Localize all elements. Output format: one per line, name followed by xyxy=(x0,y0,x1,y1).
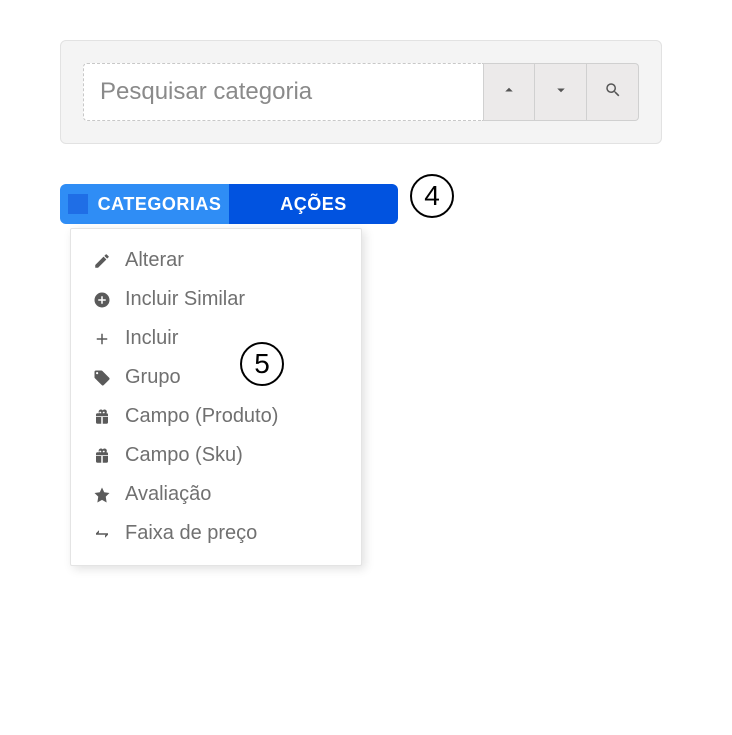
gift-icon xyxy=(91,445,113,467)
tab-acoes[interactable]: AÇÕES xyxy=(229,184,398,224)
search-icon xyxy=(604,81,622,104)
badge-number: 4 xyxy=(424,180,440,212)
tab-label: CATEGORIAS xyxy=(98,194,222,215)
chevron-down-icon xyxy=(552,81,570,104)
annotation-badge-4: 4 xyxy=(410,174,454,218)
star-icon xyxy=(91,484,113,506)
action-label: Campo (Produto) xyxy=(125,405,278,428)
badge-number: 5 xyxy=(254,348,270,380)
action-faixa-preco[interactable]: Faixa de preço xyxy=(71,514,361,553)
action-incluir[interactable]: Incluir xyxy=(71,319,361,358)
nav-down-button[interactable] xyxy=(535,63,587,121)
annotation-badge-5: 5 xyxy=(240,342,284,386)
action-avaliacao[interactable]: Avaliação xyxy=(71,475,361,514)
action-label: Campo (Sku) xyxy=(125,444,243,467)
search-panel xyxy=(60,40,662,144)
search-input[interactable] xyxy=(83,63,483,121)
arrows-horizontal-icon xyxy=(91,523,113,545)
action-label: Alterar xyxy=(125,249,184,272)
tag-icon xyxy=(91,367,113,389)
action-campo-sku[interactable]: Campo (Sku) xyxy=(71,436,361,475)
search-row xyxy=(83,63,639,121)
nav-up-button[interactable] xyxy=(483,63,535,121)
tabs-area: CATEGORIAS AÇÕES 4 Alterar Incluir Simil… xyxy=(60,184,460,224)
tabs: CATEGORIAS AÇÕES xyxy=(60,184,398,224)
tab-label: AÇÕES xyxy=(280,194,347,215)
action-label: Grupo xyxy=(125,366,181,389)
plus-circle-icon xyxy=(91,289,113,311)
action-campo-produto[interactable]: Campo (Produto) xyxy=(71,397,361,436)
gift-icon xyxy=(91,406,113,428)
search-buttons xyxy=(483,63,639,121)
action-alterar[interactable]: Alterar xyxy=(71,241,361,280)
pencil-icon xyxy=(91,250,113,272)
action-incluir-similar[interactable]: Incluir Similar xyxy=(71,280,361,319)
tab-categorias[interactable]: CATEGORIAS xyxy=(60,184,229,224)
action-label: Incluir Similar xyxy=(125,288,245,311)
actions-dropdown: Alterar Incluir Similar Incluir Grupo Ca… xyxy=(70,228,362,566)
tab-marker-icon xyxy=(68,194,88,214)
search-button[interactable] xyxy=(587,63,639,121)
action-label: Faixa de preço xyxy=(125,522,257,545)
action-label: Incluir xyxy=(125,327,178,350)
action-label: Avaliação xyxy=(125,483,211,506)
action-grupo[interactable]: Grupo xyxy=(71,358,361,397)
plus-icon xyxy=(91,328,113,350)
chevron-up-icon xyxy=(500,81,518,104)
